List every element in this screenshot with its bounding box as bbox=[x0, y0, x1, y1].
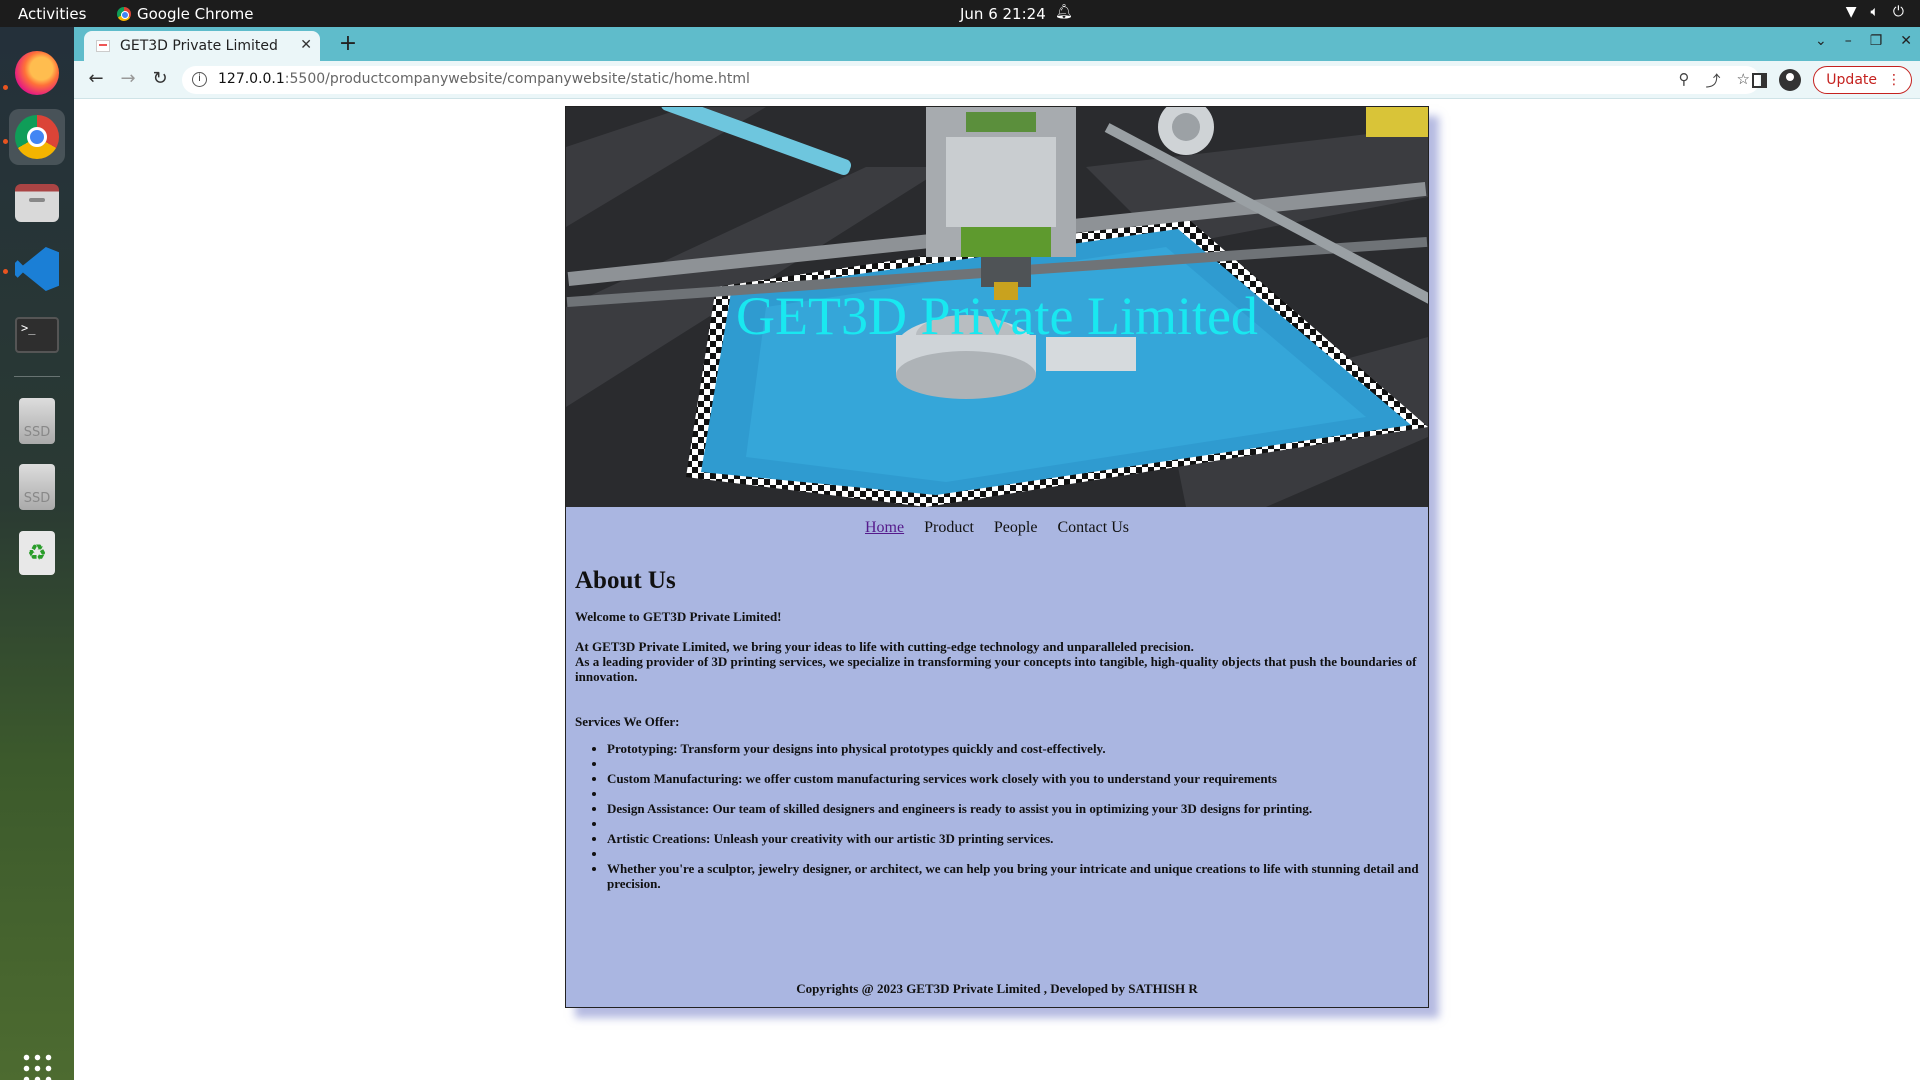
tab-search-icon[interactable]: ⌄ bbox=[1815, 33, 1827, 49]
welcome-text: Welcome to GET3D Private Limited! bbox=[575, 609, 782, 624]
empty-list-item bbox=[607, 816, 1423, 831]
empty-list-item bbox=[607, 846, 1423, 861]
tab-close-icon[interactable]: ✕ bbox=[300, 37, 312, 53]
omnibox-actions: ⚲ ⤴ ☆ bbox=[1679, 70, 1750, 91]
bookmark-star-icon[interactable]: ☆ bbox=[1737, 70, 1750, 91]
service-item: Design Assistance: Our team of skilled d… bbox=[607, 801, 1423, 816]
forward-icon[interactable]: → bbox=[116, 68, 140, 92]
services-title: Services We Offer: bbox=[575, 714, 680, 729]
dock-chrome[interactable] bbox=[9, 109, 65, 165]
files-icon bbox=[15, 184, 59, 222]
nav-people-link[interactable]: People bbox=[994, 519, 1038, 536]
running-indicator bbox=[3, 85, 8, 90]
minimize-icon[interactable]: – bbox=[1845, 33, 1852, 49]
menu-kebab-icon: ⋮ bbox=[1887, 72, 1901, 88]
about-section: About Us Welcome to GET3D Private Limite… bbox=[575, 567, 1423, 891]
dock-disk[interactable]: SSD bbox=[9, 393, 65, 449]
maximize-icon[interactable]: ❐ bbox=[1870, 33, 1883, 49]
trash-icon: ♻ bbox=[19, 531, 55, 575]
back-icon[interactable]: ← bbox=[84, 68, 108, 92]
system-tray[interactable]: ▼ 🔈︎ ⏻ bbox=[1846, 4, 1904, 20]
services-list: Prototyping: Transform your designs into… bbox=[575, 741, 1423, 891]
website-container: GET3D Private Limited Home Product Peopl… bbox=[565, 106, 1429, 1008]
browser-tab[interactable]: GET3D Private Limited ✕ bbox=[84, 31, 320, 61]
app-name-label: Google Chrome bbox=[137, 5, 254, 23]
disk-icon: SSD bbox=[19, 398, 55, 444]
running-indicator bbox=[3, 139, 8, 144]
about-heading: About Us bbox=[575, 567, 676, 594]
running-indicator bbox=[3, 269, 8, 274]
chrome-icon bbox=[117, 7, 131, 21]
nav-home-link[interactable]: Home bbox=[865, 519, 904, 536]
vscode-icon bbox=[15, 247, 59, 291]
url-text: 127.0.0.1:5500/productcompanywebsite/com… bbox=[218, 71, 750, 87]
site-footer: Copyrights @ 2023 GET3D Private Limited … bbox=[796, 981, 1198, 996]
favicon-icon bbox=[96, 40, 110, 52]
empty-list-item bbox=[607, 786, 1423, 801]
zoom-icon[interactable]: ⚲ bbox=[1679, 70, 1690, 91]
dock-separator bbox=[14, 376, 60, 377]
chrome-icon bbox=[15, 115, 59, 159]
nav-product-link[interactable]: Product bbox=[924, 519, 974, 536]
power-icon: ⏻ bbox=[1892, 4, 1904, 20]
profile-icon[interactable] bbox=[1779, 69, 1802, 91]
dock-files[interactable] bbox=[9, 175, 65, 231]
dock-vscode[interactable] bbox=[9, 241, 65, 297]
empty-list-item bbox=[607, 756, 1423, 771]
firefox-icon bbox=[15, 51, 59, 95]
share-icon[interactable]: ⤴ bbox=[1706, 70, 1721, 91]
service-item: Custom Manufacturing: we offer custom ma… bbox=[607, 771, 1423, 786]
dock: >_ SSD SSD ♻ bbox=[0, 27, 74, 1080]
reload-icon[interactable]: ↻ bbox=[148, 68, 172, 92]
dock-firefox[interactable] bbox=[9, 45, 65, 101]
nav-contact-link[interactable]: Contact Us bbox=[1057, 519, 1129, 536]
notification-icon[interactable]: 🔔︎ bbox=[1055, 4, 1073, 20]
activities-button[interactable]: Activities bbox=[18, 5, 86, 23]
show-apps-icon[interactable] bbox=[21, 1052, 53, 1080]
terminal-icon: >_ bbox=[15, 317, 59, 353]
side-panel-icon[interactable] bbox=[1752, 72, 1768, 88]
site-info-icon[interactable]: i bbox=[192, 72, 207, 87]
volume-icon: 🔈︎ bbox=[1870, 4, 1879, 20]
disk-icon: SSD bbox=[19, 464, 55, 510]
hero-banner: GET3D Private Limited bbox=[566, 107, 1428, 507]
service-item: Artistic Creations: Unleash your creativ… bbox=[607, 831, 1423, 846]
hero-title: GET3D Private Limited bbox=[736, 286, 1258, 346]
browser-toolbar: ← → ↻ i 127.0.0.1:5500/productcompanyweb… bbox=[74, 61, 1920, 99]
dock-terminal[interactable]: >_ bbox=[9, 307, 65, 363]
service-item: Prototyping: Transform your designs into… bbox=[607, 741, 1423, 756]
dock-trash[interactable]: ♻ bbox=[9, 525, 65, 581]
window-controls: ⌄ – ❐ ✕ bbox=[1815, 33, 1912, 49]
intro-paragraph-1: At GET3D Private Limited, we bring your … bbox=[575, 639, 1194, 654]
tab-strip: GET3D Private Limited ✕ + ⌄ – ❐ ✕ bbox=[74, 27, 1920, 61]
new-tab-button[interactable]: + bbox=[334, 31, 362, 59]
wifi-icon: ▼ bbox=[1845, 4, 1857, 20]
toolbar-right: Update ⋮ bbox=[1752, 66, 1912, 94]
service-item: Whether you're a sculptor, jewelry desig… bbox=[607, 861, 1423, 891]
dock-disk-2[interactable]: SSD bbox=[9, 459, 65, 515]
address-bar[interactable]: i 127.0.0.1:5500/productcompanywebsite/c… bbox=[182, 66, 1760, 94]
intro-paragraph-2: As a leading provider of 3D printing ser… bbox=[575, 654, 1417, 684]
site-nav: Home Product People Contact Us bbox=[566, 519, 1428, 537]
system-top-bar: Activities Google Chrome Jun 6 21:24 🔔︎ … bbox=[0, 0, 1920, 27]
tab-title: GET3D Private Limited bbox=[120, 38, 278, 54]
close-window-icon[interactable]: ✕ bbox=[1900, 33, 1912, 49]
clock[interactable]: Jun 6 21:24 bbox=[960, 5, 1046, 23]
app-menu[interactable]: Google Chrome bbox=[117, 5, 254, 23]
update-button[interactable]: Update ⋮ bbox=[1813, 66, 1912, 94]
